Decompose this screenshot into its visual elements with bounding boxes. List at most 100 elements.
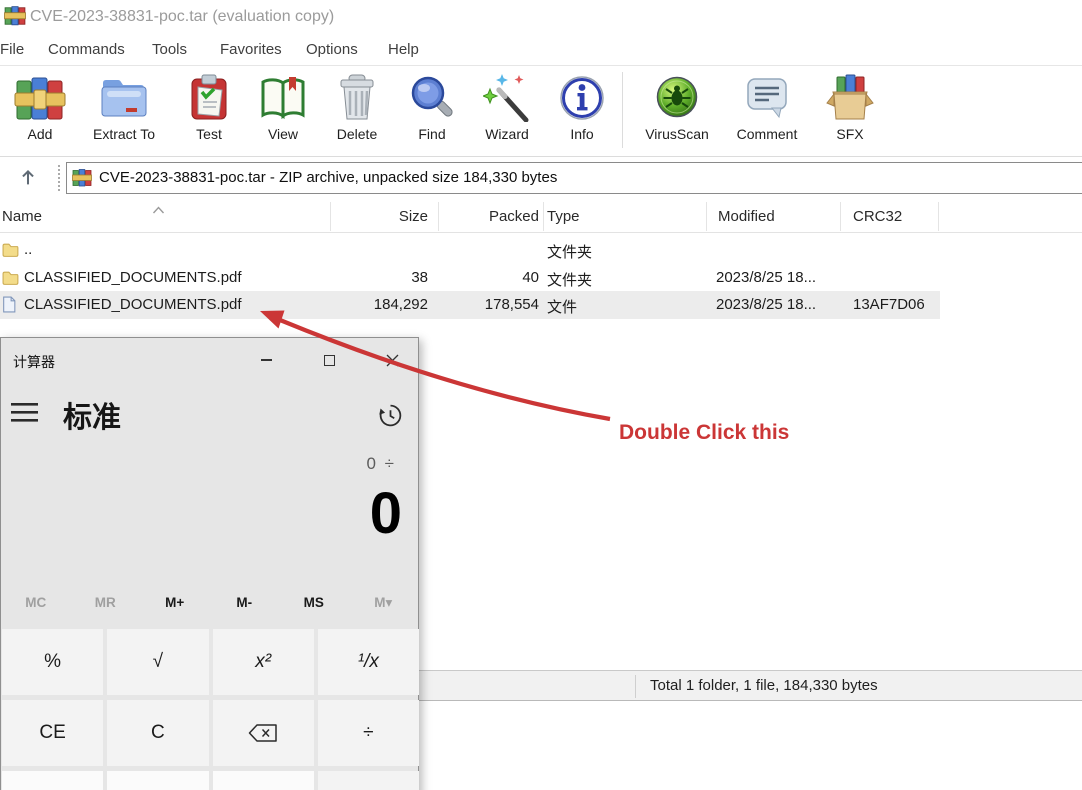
file-icon bbox=[2, 296, 16, 317]
addressbar-gripper[interactable] bbox=[58, 165, 60, 191]
menu-help[interactable]: Help bbox=[388, 41, 419, 58]
cell-name: CLASSIFIED_DOCUMENTS.pdf bbox=[24, 296, 242, 313]
cell-type: 文件夹 bbox=[547, 244, 593, 261]
sqrt-button[interactable]: √ bbox=[107, 629, 209, 695]
minimize-icon bbox=[260, 359, 272, 361]
clear-entry-button[interactable]: CE bbox=[2, 700, 104, 766]
reciprocal-button[interactable]: ¹/x bbox=[317, 629, 419, 695]
maximize-button[interactable] bbox=[306, 344, 352, 376]
number-button[interactable] bbox=[107, 771, 209, 790]
add-books-icon bbox=[0, 72, 88, 124]
filelist-header: Name Size Packed Type Modified CRC32 bbox=[0, 200, 1082, 233]
backspace-button[interactable] bbox=[212, 700, 314, 766]
archive-path-text: CVE-2023-38831-poc.tar - ZIP archive, un… bbox=[99, 169, 558, 186]
toolbar-info-button[interactable]: Info bbox=[534, 72, 630, 142]
minimize-button[interactable] bbox=[243, 344, 289, 376]
hamburger-menu-button[interactable] bbox=[11, 402, 38, 428]
calculator-button-grid: % √ x² ¹/x CE C ÷ bbox=[2, 629, 419, 790]
cell-name: CLASSIFIED_DOCUMENTS.pdf bbox=[24, 269, 242, 286]
toolbar-add-button[interactable]: Add bbox=[0, 72, 88, 142]
column-header-name[interactable]: Name bbox=[2, 208, 42, 225]
toolbar-extract-button[interactable]: Extract To bbox=[76, 72, 172, 142]
calculator-expression: 0 ÷ bbox=[366, 454, 396, 473]
winrar-addressbar: CVE-2023-38831-poc.tar - ZIP archive, un… bbox=[0, 157, 1082, 200]
toolbar-virusscan-button[interactable]: VirusScan bbox=[629, 72, 725, 142]
column-header-size[interactable]: Size bbox=[330, 208, 428, 225]
winrar-toolbar: Add Extract To Test View Delete Find Wiz… bbox=[0, 66, 1082, 156]
menu-tools[interactable]: Tools bbox=[152, 41, 187, 58]
percent-button[interactable]: % bbox=[2, 629, 104, 695]
column-header-crc32[interactable]: CRC32 bbox=[853, 208, 902, 225]
extract-folder-icon bbox=[76, 72, 172, 124]
cell-size: 38 bbox=[411, 269, 428, 286]
history-button[interactable] bbox=[377, 402, 404, 434]
file-row-folder[interactable]: CLASSIFIED_DOCUMENTS.pdf 38 40 文件夹 2023/… bbox=[0, 264, 940, 292]
folder-icon bbox=[2, 241, 20, 262]
up-arrow-icon bbox=[22, 169, 34, 185]
clear-button[interactable]: C bbox=[107, 700, 209, 766]
winrar-app-icon bbox=[4, 5, 26, 32]
menu-favorites[interactable]: Favorites bbox=[220, 41, 282, 58]
cell-modified: 2023/8/25 18... bbox=[716, 296, 817, 313]
toolbar-separator bbox=[622, 72, 623, 148]
up-directory-button[interactable] bbox=[6, 160, 50, 194]
divide-button[interactable]: ÷ bbox=[317, 700, 419, 766]
calculator-window: 计算器 标准 0 ÷ 0 MC MR M+ M- MS M▾ % √ x² ¹/… bbox=[0, 337, 419, 790]
number-button[interactable] bbox=[2, 771, 104, 790]
column-header-packed[interactable]: Packed bbox=[438, 208, 539, 225]
backspace-icon bbox=[248, 724, 277, 742]
comment-bubble-icon bbox=[719, 72, 815, 124]
menu-file[interactable]: File bbox=[0, 41, 24, 58]
folder-icon bbox=[2, 269, 20, 290]
toolbar-label: Comment bbox=[736, 126, 798, 142]
memory-store-button[interactable]: MS bbox=[279, 588, 349, 618]
square-button[interactable]: x² bbox=[212, 629, 314, 695]
operator-button[interactable] bbox=[317, 771, 419, 790]
winrar-titlebar: CVE-2023-38831-poc.tar (evaluation copy) bbox=[0, 0, 1082, 36]
screen: CVE-2023-38831-poc.tar (evaluation copy)… bbox=[0, 0, 1082, 790]
menu-commands[interactable]: Commands bbox=[48, 41, 125, 58]
memory-flyout-button[interactable]: M▾ bbox=[349, 588, 419, 618]
number-button[interactable] bbox=[212, 771, 314, 790]
calculator-mode-row: 标准 bbox=[1, 388, 418, 440]
toolbar-label: Info bbox=[570, 126, 594, 142]
toolbar-sfx-button[interactable]: SFX bbox=[802, 72, 898, 142]
ascending-caret-icon bbox=[152, 201, 165, 218]
hamburger-icon bbox=[11, 403, 38, 422]
cell-packed: 178,554 bbox=[484, 296, 539, 313]
memory-clear-button[interactable]: MC bbox=[1, 588, 71, 618]
toolbar-label: VirusScan bbox=[645, 126, 709, 142]
column-header-modified[interactable]: Modified bbox=[718, 208, 775, 225]
cell-name: .. bbox=[24, 241, 33, 258]
sfx-box-icon bbox=[802, 72, 898, 124]
toolbar-label: SFX bbox=[836, 126, 864, 142]
close-button[interactable] bbox=[369, 344, 415, 376]
toolbar-label: Extract To bbox=[93, 126, 155, 142]
info-circle-icon bbox=[534, 72, 630, 124]
menu-options[interactable]: Options bbox=[306, 41, 358, 58]
memory-add-button[interactable]: M+ bbox=[140, 588, 210, 618]
file-row-selected-file[interactable]: CLASSIFIED_DOCUMENTS.pdf 184,292 178,554… bbox=[0, 291, 940, 319]
winrar-archive-icon bbox=[72, 168, 92, 193]
memory-recall-button[interactable]: MR bbox=[71, 588, 141, 618]
file-row-parent[interactable]: .. 文件夹 bbox=[0, 236, 940, 264]
column-header-type[interactable]: Type bbox=[547, 208, 580, 225]
cell-modified: 2023/8/25 18... bbox=[716, 269, 817, 286]
cell-crc32: 13AF7D06 bbox=[853, 296, 925, 313]
toolbar-label: Add bbox=[27, 126, 53, 142]
maximize-icon bbox=[323, 354, 335, 366]
calculator-mode-label: 标准 bbox=[63, 402, 122, 434]
statusbar-totals: Total 1 folder, 1 file, 184,330 bytes bbox=[650, 677, 878, 694]
cell-type: 文件夹 bbox=[547, 272, 593, 289]
calculator-titlebar: 计算器 bbox=[1, 338, 418, 386]
archive-path-combobox[interactable]: CVE-2023-38831-poc.tar - ZIP archive, un… bbox=[66, 162, 1082, 194]
calculator-title: 计算器 bbox=[13, 354, 55, 370]
toolbar-comment-button[interactable]: Comment bbox=[719, 72, 815, 142]
cell-type: 文件 bbox=[547, 299, 578, 316]
calculator-display: 0 bbox=[369, 481, 402, 546]
annotation-text: Double Click this bbox=[619, 421, 790, 444]
window-title: CVE-2023-38831-poc.tar (evaluation copy) bbox=[30, 8, 335, 25]
memory-subtract-button[interactable]: M- bbox=[210, 588, 280, 618]
history-clock-icon bbox=[379, 404, 402, 427]
calculator-memory-row: MC MR M+ M- MS M▾ bbox=[1, 588, 418, 618]
